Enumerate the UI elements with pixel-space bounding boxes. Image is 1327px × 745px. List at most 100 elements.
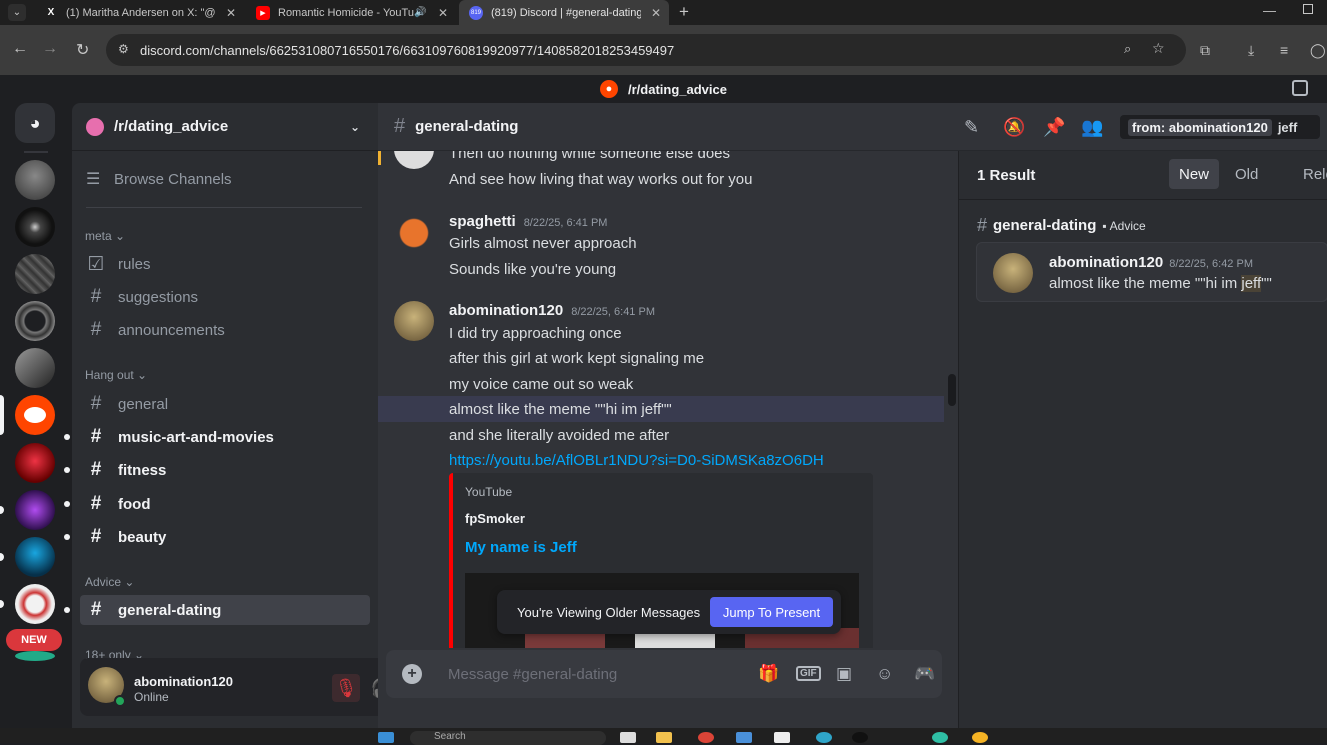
browser-tab-x[interactable]: X (1) Maritha Andersen on X: "@F ✕: [34, 0, 244, 25]
server-icon[interactable]: [15, 301, 55, 341]
mute-mic-icon[interactable]: 🎙: [332, 674, 360, 702]
profile-icon[interactable]: ◯: [1310, 42, 1326, 59]
back-arrow-icon[interactable]: ←: [12, 40, 28, 58]
channel-announcements[interactable]: # announcements: [80, 315, 370, 345]
calendar-icon[interactable]: [774, 732, 790, 743]
taskbar-app-icon[interactable]: [852, 732, 868, 743]
server-icon[interactable]: [15, 537, 55, 577]
tab-search-button[interactable]: ⌄: [8, 4, 26, 21]
avatar[interactable]: [394, 151, 434, 169]
embed-provider[interactable]: YouTube: [465, 485, 512, 499]
windows-start-icon[interactable]: [378, 732, 394, 743]
gift-icon[interactable]: 🎁: [758, 664, 779, 684]
browse-channels-button[interactable]: ☰ Browse Channels: [86, 169, 232, 189]
gif-icon[interactable]: GIF: [796, 666, 821, 681]
browser-tab-youtube[interactable]: ▶ Romantic Homicide - YouTu 🔊 ✕: [246, 0, 456, 25]
speaker-icon[interactable]: 🔊: [414, 7, 426, 18]
zoom-icon[interactable]: ⌕: [1124, 41, 1131, 57]
author-name[interactable]: spaghetti: [449, 213, 516, 230]
sticker-icon[interactable]: ▣: [836, 664, 852, 684]
username[interactable]: abomination120: [134, 674, 233, 689]
address-bar[interactable]: ⚙ discord.com/channels/66253108071655017…: [106, 34, 1186, 66]
new-tab-button[interactable]: +: [679, 2, 689, 22]
server-icon[interactable]: [15, 207, 55, 247]
message-author[interactable]: abomination120 8/22/25, 6:41 PM: [449, 302, 655, 319]
author-name[interactable]: abomination120: [449, 302, 563, 319]
reddit-server-icon[interactable]: [15, 395, 55, 435]
file-explorer-icon[interactable]: [656, 732, 672, 743]
search-query: jeff: [1277, 119, 1298, 135]
avatar[interactable]: [394, 301, 434, 341]
sort-relevant-tab[interactable]: Relevant: [1293, 159, 1327, 189]
channel-label: suggestions: [118, 288, 199, 306]
server-header[interactable]: /r/dating_advice ⌄: [72, 103, 378, 151]
avatar[interactable]: [993, 253, 1033, 293]
reload-icon[interactable]: ↻: [76, 40, 89, 60]
member-list-icon[interactable]: 👥: [1081, 117, 1103, 138]
server-icon[interactable]: [15, 490, 55, 530]
category-hangout[interactable]: Hang out ⌄: [85, 368, 147, 382]
app-launcher-icon[interactable]: 🎮: [914, 664, 935, 684]
rail-divider: [24, 151, 48, 153]
message-author[interactable]: abomination120 8/22/25, 6:42 PM: [1049, 254, 1253, 271]
search-results-panel: 1 Result New Old Relevant # general-dati…: [958, 151, 1327, 728]
channel-rules[interactable]: ☑ rules: [80, 249, 370, 279]
avatar[interactable]: [394, 211, 434, 251]
result-channel[interactable]: # general-dating ▪ Advice: [977, 215, 1146, 236]
channel-suggestions[interactable]: # suggestions: [80, 282, 370, 312]
taskbar-app-icon[interactable]: [932, 732, 948, 743]
close-tab-icon[interactable]: ✕: [438, 6, 448, 20]
server-icon[interactable]: [15, 254, 55, 294]
message-input[interactable]: Message #general-dating: [448, 666, 617, 683]
taskbar-app-icon[interactable]: [736, 732, 752, 743]
channel-general-dating[interactable]: # general-dating: [64, 595, 370, 625]
category-advice[interactable]: Advice ⌄: [85, 575, 134, 589]
pinned-messages-icon[interactable]: 📌: [1043, 117, 1065, 138]
extensions-icon[interactable]: ⧉: [1200, 42, 1210, 59]
author-name[interactable]: abomination120: [1049, 254, 1163, 271]
jump-to-present-button[interactable]: Jump To Present: [710, 597, 833, 627]
embed-title[interactable]: My name is Jeff: [465, 539, 577, 556]
channel-general[interactable]: # general: [80, 389, 370, 419]
channel-music-art-and-movies[interactable]: # music-art-and-movies: [64, 422, 370, 452]
add-attachment-icon[interactable]: +: [402, 664, 422, 684]
server-icon[interactable]: [15, 651, 55, 661]
forward-arrow-icon[interactable]: →: [42, 40, 58, 58]
search-input[interactable]: from: abomination120 jeff: [1120, 115, 1320, 139]
server-icon[interactable]: [15, 348, 55, 388]
message-link[interactable]: https://youtu.be/AflOBLr1NDU?si=D0-SiDMS…: [449, 452, 824, 469]
category-meta[interactable]: meta ⌄: [85, 229, 125, 243]
taskbar-app-icon[interactable]: [620, 732, 636, 743]
unread-dot: [64, 607, 70, 613]
message-author[interactable]: spaghetti 8/22/25, 6:41 PM: [449, 213, 607, 230]
taskbar-app-icon[interactable]: [972, 732, 988, 743]
emoji-icon[interactable]: ☺: [876, 664, 893, 684]
channel-food[interactable]: # food: [64, 489, 370, 519]
channel-fitness[interactable]: # fitness: [64, 455, 370, 485]
browser-tab-discord[interactable]: 819 (819) Discord | #general-dating ✕: [459, 0, 669, 25]
download-icon[interactable]: ⤓: [1248, 42, 1254, 59]
discord-home-icon[interactable]: ◕: [15, 103, 55, 143]
sort-new-tab[interactable]: New: [1169, 159, 1220, 189]
sort-old-tab[interactable]: Old: [1225, 159, 1268, 189]
server-icon[interactable]: [15, 160, 55, 200]
site-info-icon[interactable]: ⚙: [118, 42, 129, 56]
channel-beauty[interactable]: # beauty: [64, 522, 370, 552]
embed-author[interactable]: fpSmoker: [465, 511, 525, 526]
threads-icon[interactable]: ✎: [964, 117, 979, 138]
inbox-icon[interactable]: [1292, 80, 1308, 96]
server-icon[interactable]: [15, 443, 55, 483]
media-control-icon[interactable]: ≡: [1280, 42, 1288, 58]
restore-icon[interactable]: [1303, 4, 1313, 14]
scrollbar-thumb[interactable]: [948, 374, 956, 406]
search-result-card[interactable]: abomination120 8/22/25, 6:42 PM almost li…: [976, 242, 1327, 302]
edge-icon[interactable]: [816, 732, 832, 743]
chrome-icon[interactable]: [698, 732, 714, 743]
bookmark-star-icon[interactable]: ☆: [1152, 40, 1165, 57]
close-tab-icon[interactable]: ✕: [651, 6, 661, 20]
server-icon[interactable]: [15, 584, 55, 624]
minimize-icon[interactable]: —: [1263, 3, 1276, 18]
close-tab-icon[interactable]: ✕: [226, 6, 236, 20]
notification-bell-muted-icon[interactable]: 🔕: [1003, 117, 1025, 138]
server-name: /r/dating_advice: [114, 118, 229, 135]
